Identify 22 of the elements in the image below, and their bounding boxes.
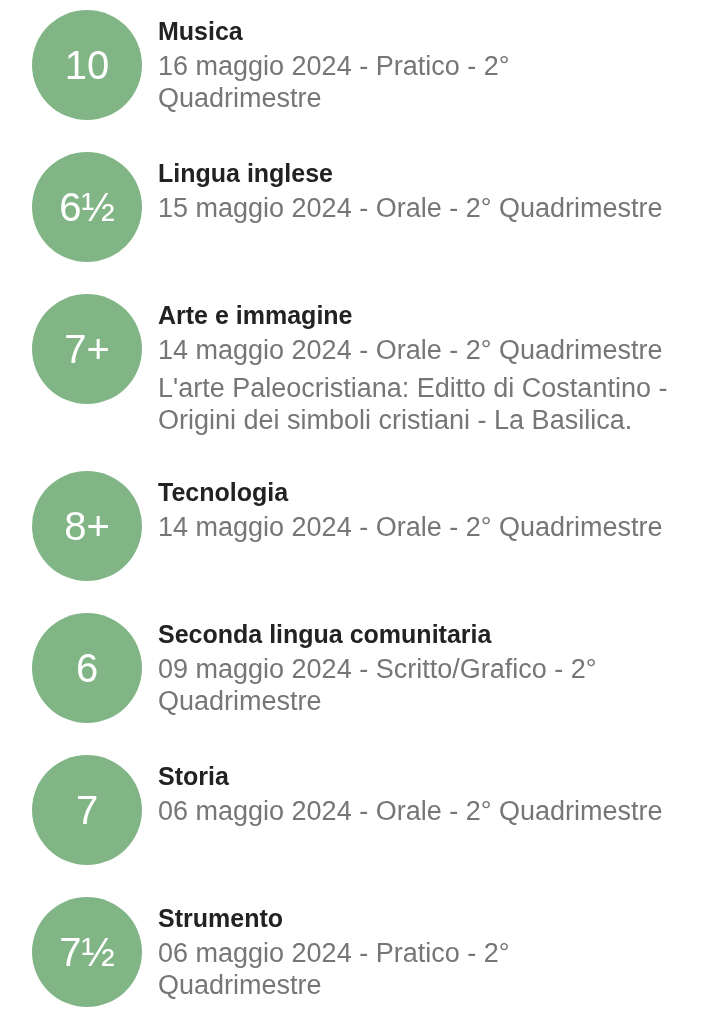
grade-badge: 6½ (32, 152, 142, 262)
grade-details: 06 maggio 2024 - Pratico - 2° Quadrimestre (158, 937, 511, 1001)
grade-details: 14 maggio 2024 - Orale - 2° Quadrimestre (158, 334, 663, 366)
grade-note: L'arte Paleocristiana: Editto di Costantino - Origini dei simboli cristiani - La Basilica. (158, 372, 669, 436)
grade-details: 14 maggio 2024 - Orale - 2° Quadrimestre (158, 511, 663, 543)
subject-name: Strumento (158, 903, 283, 934)
grade-details: 16 maggio 2024 - Pratico - 2° Quadrimestre (158, 50, 511, 114)
grade-details: 09 maggio 2024 - Scritto/Grafico - 2° Quadrimestre (158, 653, 598, 717)
subject-name: Arte e immagine (158, 300, 353, 331)
grade-badge: 8+ (32, 471, 142, 581)
subject-name: Lingua inglese (158, 158, 334, 189)
grade-badge: 10 (32, 10, 142, 120)
grade-details: 15 maggio 2024 - Orale - 2° Quadrimestre (158, 192, 663, 224)
grade-badge: 7 (32, 755, 142, 865)
subject-name: Storia (158, 761, 229, 792)
grade-badge: 7+ (32, 294, 142, 404)
grade-badge: 7½ (32, 897, 142, 1007)
grade-details: 06 maggio 2024 - Orale - 2° Quadrimestre (158, 795, 663, 827)
subject-name: Seconda lingua comunitaria (158, 619, 492, 650)
subject-name: Tecnologia (158, 477, 289, 508)
grade-badge: 6 (32, 613, 142, 723)
subject-name: Musica (158, 16, 243, 47)
